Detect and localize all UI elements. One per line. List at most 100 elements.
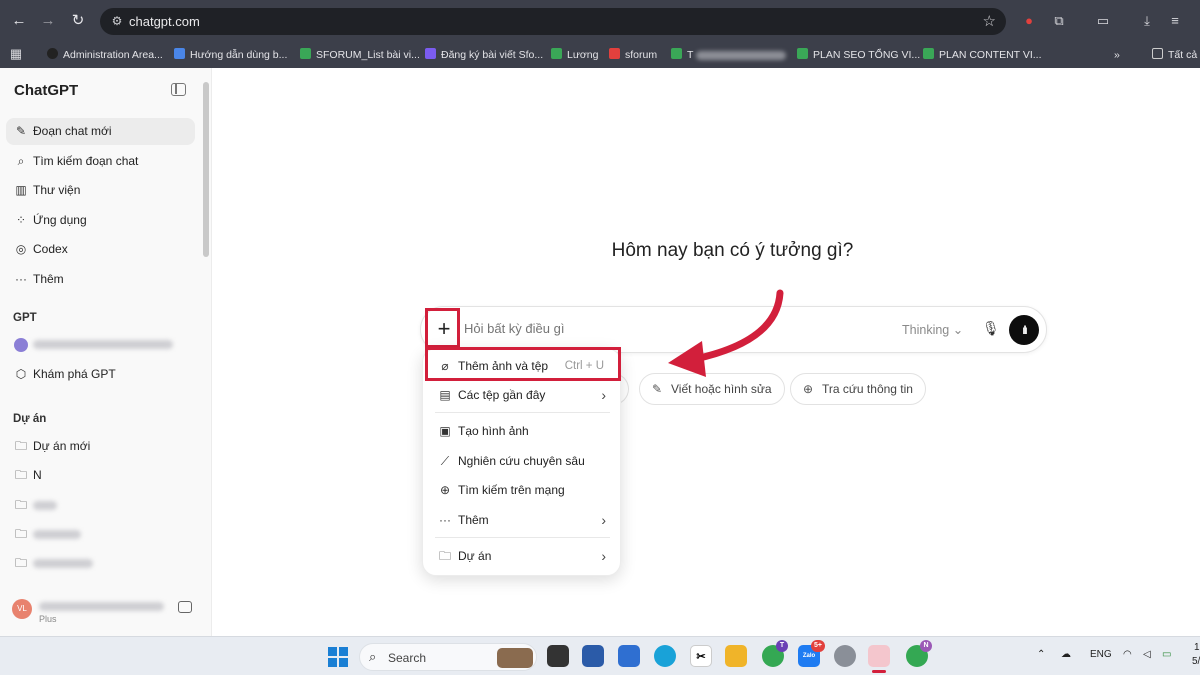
chevron-right-icon: ›: [601, 548, 606, 564]
cast-icon[interactable]: ▭: [1094, 12, 1112, 30]
codex-icon: ◎: [15, 242, 27, 256]
windows-start-icon[interactable]: [328, 647, 348, 667]
user-menu[interactable]: VL Plus: [0, 593, 211, 633]
task-view-icon[interactable]: [547, 645, 569, 667]
sidebar-item-search[interactable]: ⌕ Tìm kiếm đoạn chat: [6, 148, 195, 175]
menu-item-web-search[interactable]: ⊕ Tìm kiếm trên mạng: [429, 476, 616, 504]
back-icon[interactable]: ←: [9, 10, 29, 32]
bookmark-star-icon[interactable]: ☆: [983, 12, 996, 30]
menu-item-deep-research[interactable]: ⟋ Nghiên cứu chuyên sâu: [429, 447, 616, 475]
bookmark-item[interactable]: Lương: [551, 46, 598, 64]
bookmark-label: sforum: [625, 49, 658, 61]
media-icon[interactable]: ≡: [1166, 12, 1184, 30]
bookmark-item[interactable]: Đăng ký bài viết Sfo...: [425, 46, 543, 64]
search-highlight-image: [497, 648, 533, 668]
folder-icon: 🗀: [14, 556, 27, 570]
sidebar-toggle-icon[interactable]: [171, 83, 186, 96]
sidebar-item-project[interactable]: 🗀 N: [6, 462, 195, 489]
suggestion-chip[interactable]: ⊕ Tra cứu thông tin: [790, 373, 926, 405]
sidebar-item-new-project[interactable]: 🗀 Dự án mới: [6, 433, 195, 460]
menu-item-label: Các tệp gần đây: [458, 388, 546, 402]
keyboard-icon[interactable]: [178, 601, 192, 613]
address-bar[interactable]: ⚙ chatgpt.com ☆: [100, 8, 1006, 35]
microphone-icon[interactable]: 🎙: [982, 320, 1000, 340]
snipping-tool-icon[interactable]: [868, 645, 890, 673]
settings-icon[interactable]: [834, 645, 856, 667]
wifi-icon[interactable]: ◠: [1123, 649, 1132, 660]
menu-item-label: Thêm: [458, 513, 489, 527]
extensions-icon[interactable]: ⧉: [1050, 12, 1068, 30]
model-selector[interactable]: Thinking ⌄: [902, 322, 963, 337]
apps-icon: ⁘: [15, 213, 27, 227]
sidebar-item-more[interactable]: ··· Thêm: [6, 266, 195, 293]
clock-time[interactable]: 1: [1194, 642, 1200, 653]
sidebar-item-label: N: [33, 468, 42, 482]
bookmark-label: SFORUM_List bài vi...: [316, 49, 420, 61]
brand-title[interactable]: ChatGPT: [14, 82, 78, 99]
sidebar-item-codex[interactable]: ◎ Codex: [6, 236, 195, 263]
attach-menu: ⌀ Thêm ảnh và tệp Ctrl + U ▤ Các tệp gần đâ…: [422, 348, 621, 576]
bookmark-item[interactable]: T: [671, 46, 787, 64]
sidebar-item-label: Khám phá GPT: [33, 367, 116, 381]
sidebar-item-project[interactable]: 🗀: [6, 521, 195, 548]
section-title-projects: Dự án: [13, 413, 47, 425]
annotation-box: [425, 347, 621, 381]
outlook-icon[interactable]: [618, 645, 640, 667]
sidebar-item-apps[interactable]: ⁘ Ứng dụng: [6, 207, 195, 234]
volume-icon[interactable]: ◁: [1143, 649, 1151, 660]
bookmark-item[interactable]: sforum: [609, 46, 657, 64]
chevron-up-icon[interactable]: ⌃: [1037, 649, 1045, 660]
redacted-text: [33, 340, 173, 350]
site-icon: [47, 48, 58, 59]
annotation-box: [425, 308, 460, 348]
sidebar-item-project[interactable]: 🗀: [6, 550, 195, 577]
capcut-icon[interactable]: ✂: [690, 645, 712, 667]
sidebar-item-label: Ứng dụng: [33, 213, 87, 227]
chrome-icon[interactable]: T: [762, 640, 788, 667]
zalo-icon[interactable]: Zalo 5+: [798, 640, 825, 667]
scrollbar[interactable]: [203, 82, 209, 257]
bookmark-item[interactable]: Administration Area...: [47, 46, 163, 64]
onedrive-icon[interactable]: ☁: [1061, 649, 1071, 660]
sidebar-item-gpt-custom[interactable]: [6, 331, 195, 358]
bookmark-item[interactable]: SFORUM_List bài vi...: [300, 46, 420, 64]
clock-date[interactable]: 5/: [1192, 656, 1200, 667]
bookmark-item[interactable]: PLAN CONTENT VI...: [923, 46, 1042, 64]
avatar[interactable]: VL: [12, 599, 32, 619]
sidebar-item-project[interactable]: 🗀: [6, 492, 195, 519]
annotation-arrow: [668, 289, 784, 377]
menu-item-project[interactable]: 🗀 Dự án ›: [429, 542, 616, 570]
divider: [435, 537, 610, 538]
sforum-icon: [609, 48, 620, 59]
bookmark-item[interactable]: Tất cả: [1152, 46, 1197, 64]
sidebar-item-explore-gpt[interactable]: ⬡ Khám phá GPT: [6, 361, 195, 388]
chrome-icon[interactable]: N: [906, 640, 932, 667]
bookmark-label: PLAN SEO TỔNG VI...: [813, 49, 921, 61]
sidebar-item-new-chat[interactable]: ✎ Đoạn chat mới: [6, 118, 195, 145]
file-explorer-icon[interactable]: [725, 645, 747, 667]
redacted-text: [39, 602, 164, 611]
bookmark-overflow-icon[interactable]: »: [1114, 46, 1120, 64]
menu-item-more[interactable]: ··· Thêm ›: [429, 506, 616, 534]
edge-icon[interactable]: [654, 645, 676, 667]
store-icon[interactable]: [582, 645, 604, 667]
voice-mode-button[interactable]: ıllı: [1009, 315, 1039, 345]
apps-grid-icon[interactable]: ▦: [7, 45, 25, 63]
extension-red-icon[interactable]: ●: [1020, 12, 1038, 30]
sidebar-item-library[interactable]: ▥ Thư viện: [6, 177, 195, 204]
taskbar-search[interactable]: ⌕ Search: [359, 643, 537, 671]
download-icon[interactable]: ⤓: [1138, 12, 1156, 30]
image-icon: ▣: [439, 424, 451, 438]
site-settings-icon[interactable]: ⚙: [108, 12, 126, 30]
bookmark-item[interactable]: Hướng dẫn dùng b...: [174, 46, 287, 64]
menu-item-recent-files[interactable]: ▤ Các tệp gần đây ›: [429, 381, 616, 409]
forward-icon[interactable]: →: [38, 10, 58, 32]
divider: [435, 412, 610, 413]
language-indicator[interactable]: ENG: [1090, 649, 1112, 660]
bookmark-item[interactable]: PLAN SEO TỔNG VI...: [797, 46, 920, 64]
reload-icon[interactable]: ↻: [68, 10, 88, 32]
browser-chrome: ← → ↻ ⚙ chatgpt.com ☆ ● ⧉ ▭ ⤓ ≡ ▦ Admini…: [0, 0, 1200, 68]
menu-item-create-image[interactable]: ▣ Tạo hình ảnh: [429, 417, 616, 445]
battery-icon[interactable]: ▭: [1162, 649, 1171, 660]
url-text[interactable]: chatgpt.com: [129, 14, 200, 29]
